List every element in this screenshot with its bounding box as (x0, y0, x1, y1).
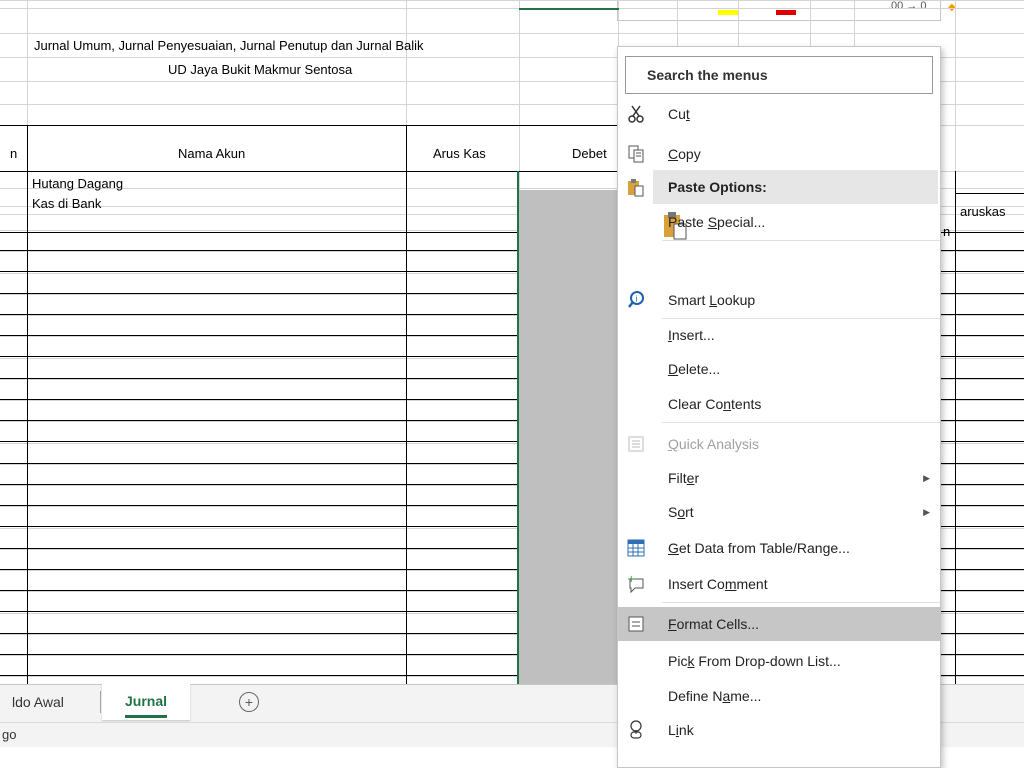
tab-saldo-awal[interactable]: ldo Awal (12, 685, 64, 719)
svg-text:i: i (636, 295, 638, 304)
add-sheet-button[interactable]: + (239, 692, 259, 712)
menu-item-label: Get Data from Table/Range... (668, 540, 850, 556)
cell-border (955, 171, 956, 686)
menu-item-quick-analysis[interactable]: Quick Analysis (618, 427, 940, 461)
menu-item-paste-special[interactable]: Paste Special... (618, 205, 940, 239)
menu-item-format-cells[interactable]: Format Cells... (618, 607, 940, 641)
format-cells-icon (626, 614, 646, 634)
menu-item-label: Insert Comment (668, 576, 768, 592)
svg-text:+: + (627, 574, 635, 585)
menu-item-paste-options[interactable]: Paste Options: (628, 170, 938, 204)
highlight-color-swatch[interactable] (718, 10, 738, 15)
menu-item-cut[interactable]: Cut (618, 97, 940, 131)
cell-border (0, 171, 620, 172)
submenu-arrow-icon: ▶ (923, 507, 930, 517)
mini-toolbar-fragment: .00 →.0 ◆ (617, 0, 956, 21)
menu-item-filter[interactable]: Filter ▶ (618, 461, 940, 495)
tab-jurnal-label: Jurnal (124, 687, 167, 718)
menu-item-label: Paste Special... (668, 214, 766, 230)
cell-border (406, 125, 407, 684)
header-arus-kas: Arus Kas (433, 146, 486, 161)
menu-item-delete[interactable]: Delete... (618, 352, 940, 386)
tab-separator (100, 691, 101, 713)
gridline (0, 8, 1024, 9)
menu-separator (662, 602, 940, 603)
selection-border-left (517, 171, 519, 684)
selected-range[interactable] (519, 190, 619, 684)
right-cell-n: n (943, 224, 951, 239)
menu-item-label: Pick From Drop-down List... (668, 653, 841, 669)
cell-border (955, 193, 1024, 194)
menu-item-label: Define Name... (668, 688, 762, 704)
menu-item-sort[interactable]: Sort ▶ (618, 495, 940, 529)
menu-item-label: Format Cells... (668, 616, 760, 632)
menu-item-label: Delete... (668, 361, 721, 377)
row-2-account: Kas di Bank (32, 196, 102, 211)
menu-item-pick-from-drop-down-list[interactable]: Pick From Drop-down List... (618, 644, 940, 678)
menu-item-label: Insert... (668, 327, 715, 343)
submenu-arrow-icon: ▶ (923, 473, 930, 483)
menu-item-label: Smart Lookup (668, 292, 756, 308)
menu-item-copy[interactable]: Copy (618, 137, 940, 171)
menu-item-link[interactable]: Link (618, 713, 940, 747)
scissors-icon (626, 104, 646, 124)
row-1-account: Hutang Dagang (32, 176, 124, 191)
menu-separator (662, 240, 940, 241)
menu-separator (662, 422, 940, 423)
menu-item-smart-lookup[interactable]: i Smart Lookup (618, 283, 940, 317)
menu-item-label: Copy (668, 146, 701, 162)
active-cell-top (519, 8, 619, 10)
header-nama-akun: Nama Akun (178, 146, 246, 161)
menu-search-placeholder: Search the menus (647, 67, 768, 83)
menu-item-get-data-from-table-range[interactable]: Get Data from Table/Range... (618, 531, 940, 565)
smart-lookup-icon: i (626, 290, 646, 310)
plus-icon: + (244, 694, 254, 710)
menu-item-label: Quick Analysis (668, 436, 760, 452)
sheet-title-line2: UD Jaya Bukit Makmur Sentosa (168, 62, 353, 77)
status-text: go (2, 727, 17, 742)
sheet-title-line1: Jurnal Umum, Jurnal Penyesuaian, Jurnal … (34, 38, 424, 53)
cell-border (27, 125, 28, 684)
header-debet: Debet (572, 146, 607, 161)
context-menu: Search the menus Cut Copy Paste Options: Pa… (617, 46, 941, 768)
right-cell-aruskas: aruskas (960, 204, 1006, 219)
menu-item-label: Filter (668, 470, 700, 486)
gridline (0, 0, 1024, 1)
menu-item-insert-comment[interactable]: + Insert Comment (618, 567, 940, 601)
menu-search-box[interactable]: Search the menus (625, 56, 933, 94)
menu-item-insert[interactable]: Insert... (618, 318, 940, 352)
menu-item-clear-contents[interactable]: Clear Contents (618, 387, 940, 421)
tab-jurnal[interactable]: Jurnal (102, 684, 190, 720)
number-format-text[interactable]: .00 →.0 (888, 0, 927, 12)
menu-item-label: Link (668, 722, 694, 738)
menu-item-define-name[interactable]: Define Name... (618, 679, 940, 713)
gridline (0, 33, 1024, 34)
font-color-swatch[interactable] (776, 10, 796, 15)
comment-icon: + (626, 574, 646, 594)
link-icon (626, 720, 646, 740)
quick-analysis-icon (626, 434, 646, 454)
menu-item-label: Clear Contents (668, 396, 762, 412)
menu-item-label: Sort (668, 504, 694, 520)
copy-icon (626, 144, 646, 164)
menu-item-label: Cut (668, 106, 690, 122)
table-icon (626, 538, 646, 558)
cell-border (0, 125, 620, 126)
menu-item-label: Paste Options: (668, 179, 767, 195)
header-col-a: n (10, 146, 18, 161)
clipboard-icon (626, 177, 646, 197)
